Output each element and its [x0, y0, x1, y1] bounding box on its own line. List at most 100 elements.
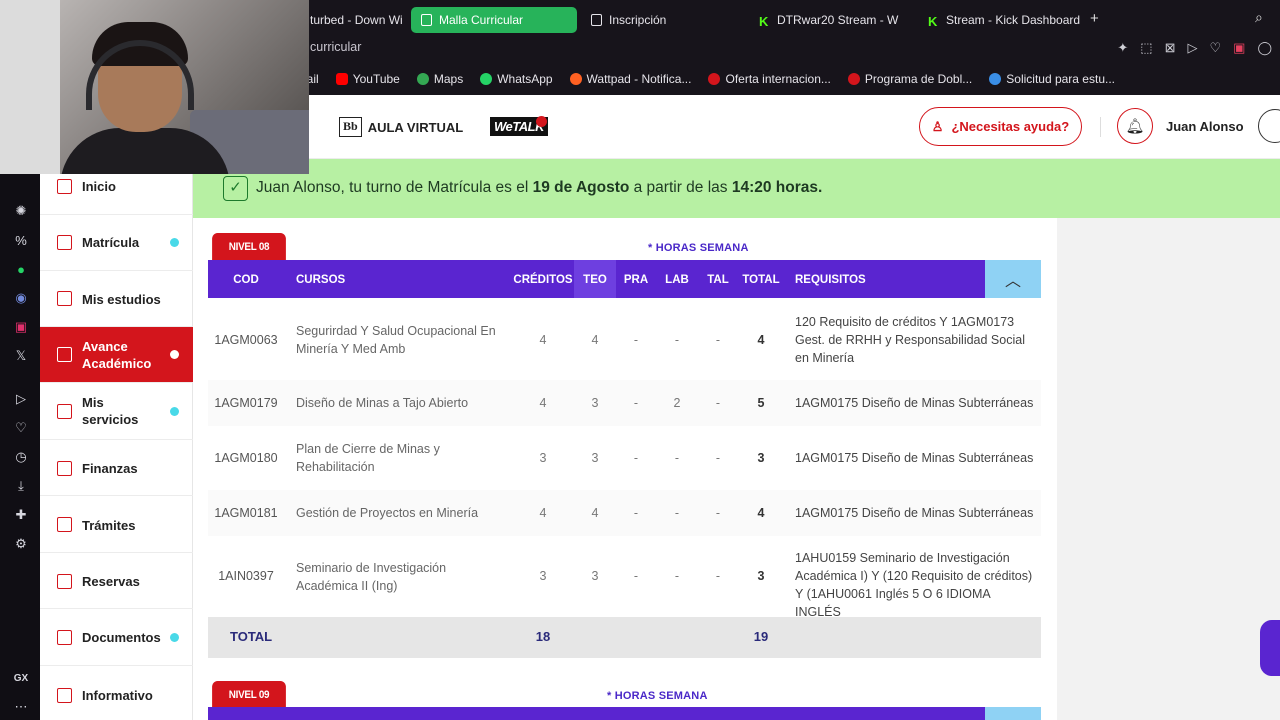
services-icon	[57, 404, 72, 419]
content-gutter	[1057, 218, 1280, 720]
history-icon[interactable]: ◷	[12, 448, 30, 466]
whatsapp-icon	[480, 73, 493, 85]
blackboard-logo: Bb	[339, 117, 362, 137]
col-cursos: CURSOS	[296, 274, 346, 286]
downloads-icon[interactable]: ⤓	[12, 477, 30, 495]
sidebar-item-mis-estudios[interactable]: Mis estudios	[40, 271, 193, 327]
gift-icon[interactable]: ▣	[1233, 40, 1245, 56]
wetalk-badge	[536, 116, 547, 127]
tab-malla-curricular[interactable]: Malla Curricular	[411, 7, 577, 33]
col-lab: LAB	[665, 274, 689, 286]
tab-dtrwar20-stream[interactable]: K DTRwar20 Stream - W	[749, 7, 915, 33]
discord-icon[interactable]: ◉	[12, 289, 30, 307]
tab-inscripcion[interactable]: Inscripción	[581, 7, 741, 33]
chat-widget-button[interactable]	[1260, 620, 1280, 676]
horas-semana-label: * HORAS SEMANA	[607, 690, 708, 702]
sidebar-item-tramites[interactable]: Trámites	[40, 496, 193, 553]
banner-time: 14:20 horas.	[731, 179, 823, 196]
profile-icon[interactable]: ◯	[1257, 40, 1272, 56]
screenshot-icon[interactable]: ⬚	[1140, 40, 1152, 56]
main-sidebar: Inicio Matrícula Mis estudios Avance Aca…	[40, 159, 193, 720]
tab-label: Malla Curricular	[439, 13, 524, 27]
tab-down-with[interactable]: turbed - Down Wi	[300, 7, 406, 33]
more-icon[interactable]: ⋯	[12, 698, 30, 716]
instagram-icon[interactable]: ▣	[12, 318, 30, 336]
x-icon[interactable]: 𝕏	[12, 347, 30, 365]
notification-dot	[170, 238, 179, 247]
cam-background	[0, 0, 60, 174]
youtube-icon	[335, 73, 348, 85]
whatsapp-icon[interactable]: ●	[12, 260, 30, 278]
user-name[interactable]: Juan Alonso	[1166, 119, 1244, 134]
player-icon[interactable]: ▷	[12, 390, 30, 408]
progress-icon	[57, 347, 72, 362]
extension-icon[interactable]: ⊠	[1165, 40, 1176, 56]
maps-icon	[416, 73, 429, 85]
address-bar-actions: ✦ ⬚ ⊠ ▷ ♡ ▣ ◯	[1117, 40, 1272, 56]
search-tabs-icon[interactable]: ⌕	[1255, 9, 1263, 26]
webcam-overlay	[0, 0, 309, 174]
bookmark-solicitud[interactable]: Solicitud para estu...	[989, 69, 1115, 89]
col-creditos: CRÉDITOS	[513, 274, 573, 286]
table-row: 1AGM0181 Gestión de Proyectos en Minería…	[208, 490, 1041, 536]
settings-icon[interactable]: ⚙	[12, 535, 30, 553]
gx-icon[interactable]: GX	[12, 669, 30, 687]
heart-icon[interactable]: ♡	[1209, 40, 1221, 56]
notification-dot	[170, 350, 179, 359]
document-icon	[57, 517, 72, 532]
bookmark-programa[interactable]: Programa de Dobl...	[847, 69, 972, 89]
play-icon[interactable]: ▷	[1187, 40, 1197, 56]
percent-icon[interactable]: %	[12, 231, 30, 249]
nivel-08-tag: NIVEL 08	[212, 233, 286, 260]
sidebar-item-avance-academico[interactable]: Avance Académico	[40, 327, 193, 383]
chatgpt-icon[interactable]: ✺	[12, 202, 30, 220]
table-header-nivel-09	[208, 707, 985, 720]
aula-virtual-label: AULA VIRTUAL	[367, 119, 464, 135]
table-row: 1AGM0179 Diseño de Minas a Tajo Abierto …	[208, 380, 1041, 426]
bookmark-oferta[interactable]: Oferta internacion...	[708, 69, 831, 89]
tab-label: Inscripción	[609, 13, 667, 27]
new-tab-icon[interactable]: +	[1090, 10, 1099, 27]
tab-label: turbed - Down Wi	[310, 13, 403, 27]
calendar-check-icon: ✓	[223, 176, 248, 201]
collapse-chevron-up-icon[interactable]: ︿	[985, 260, 1041, 298]
bookmark-whatsapp[interactable]: WhatsApp	[480, 69, 553, 89]
help-label: ¿Necesitas ayuda?	[951, 119, 1070, 134]
sidebar-item-mis-servicios[interactable]: Mis servicios	[40, 383, 193, 440]
tab-label: DTRwar20 Stream - W	[777, 13, 899, 27]
banner-message: Juan Alonso, tu turno de Matrícula es el…	[256, 179, 823, 196]
total-creditos: 18	[535, 629, 551, 644]
sidebar-item-documentos[interactable]: Documentos	[40, 609, 193, 666]
tab-label: Stream - Kick Dashboard	[946, 13, 1081, 27]
upc-icon	[847, 73, 860, 85]
site-header: Bb AULA VIRTUAL WeTALK ♙ ¿Necesitas ayud…	[309, 95, 1280, 159]
favorites-icon[interactable]: ♡	[12, 419, 30, 437]
home-icon	[57, 179, 72, 194]
aula-virtual-link[interactable]: Bb AULA VIRTUAL	[339, 117, 463, 137]
sidebar-item-matricula[interactable]: Matrícula	[40, 215, 193, 271]
extensions-icon[interactable]: ✚	[12, 506, 30, 524]
total-label: TOTAL	[230, 629, 273, 644]
tab-kick-dashboard[interactable]: K Stream - Kick Dashboard	[918, 7, 1084, 33]
sidebar-item-informativo[interactable]: Informativo	[40, 666, 193, 720]
matricula-banner: ✓ Juan Alonso, tu turno de Matrícula es …	[193, 159, 1280, 218]
page-icon	[421, 14, 432, 26]
bookmark-maps[interactable]: Maps	[416, 69, 463, 89]
collapse-button-nivel-09[interactable]	[985, 707, 1041, 720]
notifications-bell-icon[interactable]: 🔔︎	[1117, 108, 1153, 144]
nivel-09-tag: NIVEL 09	[212, 681, 286, 708]
help-button[interactable]: ♙ ¿Necesitas ayuda?	[919, 107, 1082, 146]
avatar[interactable]	[1258, 109, 1280, 143]
matricula-icon	[57, 235, 72, 250]
col-teo: TEO	[583, 274, 607, 286]
pin-icon[interactable]: ✦	[1117, 40, 1128, 56]
col-total: TOTAL	[742, 274, 780, 286]
sidebar-item-finanzas[interactable]: Finanzas	[40, 440, 193, 496]
table-header: COD CURSOS CRÉDITOS TEO PRA LAB TAL TOTA…	[208, 260, 985, 298]
table-row: 1AGM0180 Plan de Cierre de Minas y Rehab…	[214, 442, 1034, 474]
address-bar[interactable]: curricular	[310, 40, 361, 54]
total-horas: 19	[753, 629, 769, 644]
sidebar-item-reservas[interactable]: Reservas	[40, 553, 193, 609]
bookmark-wattpad[interactable]: Wattpad - Notifica...	[569, 69, 691, 89]
bookmark-youtube[interactable]: YouTube	[335, 69, 400, 89]
